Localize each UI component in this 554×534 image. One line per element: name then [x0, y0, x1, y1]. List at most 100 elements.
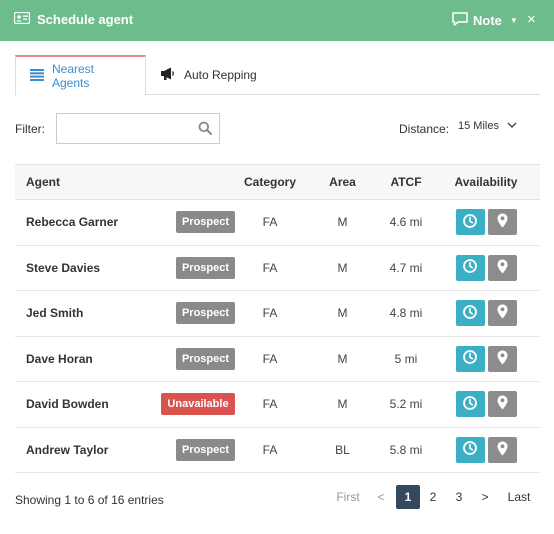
- clock-icon: [463, 213, 477, 231]
- agent-name[interactable]: Dave Horan: [26, 352, 93, 366]
- table-row: Jed Smith Prospect FA M 4.8 mi: [15, 291, 540, 337]
- location-button[interactable]: [487, 345, 517, 372]
- clock-icon: [463, 441, 477, 458]
- pagination: First < 1 2 3 > Last: [330, 485, 540, 509]
- column-header-availability[interactable]: Availability: [432, 164, 540, 200]
- chevron-down-icon: [507, 120, 517, 132]
- page-button-1[interactable]: 1: [396, 485, 420, 509]
- category-cell: FA: [262, 215, 278, 230]
- category-cell: FA: [262, 260, 278, 275]
- page-next-button[interactable]: >: [472, 485, 498, 509]
- filter-field[interactable]: [56, 113, 220, 144]
- schedule-button[interactable]: [455, 300, 485, 327]
- modal-title: Schedule agent: [13, 11, 134, 27]
- atcf-cell: 4.6 mi: [389, 215, 423, 230]
- availability-cell: [432, 200, 540, 246]
- availability-cell: [432, 382, 540, 428]
- table-row: David Bowden Unavailable FA M 5.2 mi: [15, 382, 540, 428]
- area-cell: M: [337, 351, 348, 366]
- location-button[interactable]: [487, 300, 517, 327]
- table-header-row: Agent Category Area ATCF Availability: [15, 164, 540, 200]
- map-pin-icon: [497, 213, 508, 231]
- atcf-cell: 4.7 mi: [389, 260, 423, 275]
- schedule-button[interactable]: [455, 254, 485, 281]
- agent-cell: Steve Davies Prospect: [15, 245, 235, 291]
- clock-icon: [463, 395, 477, 413]
- filter-input[interactable]: [57, 114, 187, 143]
- search-icon[interactable]: [198, 121, 212, 138]
- availability-cell: [432, 427, 540, 473]
- modal-title-text: Schedule agent: [37, 12, 134, 27]
- tab-nearest-agents[interactable]: Nearest Agents: [15, 55, 146, 96]
- status-badge: Prospect: [176, 438, 235, 461]
- table-row: Rebecca Garner Prospect FA M 4.6 mi: [15, 200, 540, 246]
- agent-name[interactable]: Steve Davies: [26, 261, 100, 275]
- agent-name[interactable]: David Bowden: [26, 397, 109, 411]
- area-cell: M: [337, 397, 348, 412]
- atcf-cell: 4.8 mi: [389, 306, 423, 321]
- page-prev-button[interactable]: <: [366, 485, 396, 509]
- agent-cell: Dave Horan Prospect: [15, 336, 235, 382]
- clock-icon: [463, 350, 477, 367]
- map-pin-icon: [497, 441, 508, 459]
- atcf-cell: 5.8 mi: [389, 442, 423, 457]
- availability-cell: [432, 245, 540, 291]
- schedule-button[interactable]: [455, 345, 485, 372]
- agent-name[interactable]: Rebecca Garner: [26, 215, 118, 229]
- page-last-button[interactable]: Last: [498, 485, 540, 509]
- location-button[interactable]: [487, 391, 517, 418]
- area-cell: M: [337, 306, 348, 321]
- status-badge: Prospect: [176, 302, 235, 325]
- location-button[interactable]: [487, 436, 517, 463]
- agent-cell: Jed Smith Prospect: [15, 291, 235, 337]
- column-header-category[interactable]: Category: [235, 164, 305, 200]
- map-pin-icon: [497, 350, 508, 368]
- category-cell: FA: [262, 306, 278, 321]
- clock-icon: [463, 259, 477, 276]
- filter-label: Filter:: [15, 122, 45, 136]
- megaphone-icon: [160, 67, 176, 83]
- distance-select[interactable]: 15 Miles: [458, 120, 517, 132]
- area-cell: BL: [335, 442, 350, 457]
- agent-cell: Rebecca Garner Prospect: [15, 200, 235, 246]
- category-cell: FA: [262, 351, 278, 366]
- column-header-area[interactable]: Area: [305, 164, 380, 200]
- schedule-button[interactable]: [455, 391, 485, 418]
- category-cell: FA: [262, 442, 278, 457]
- table-row: Dave Horan Prospect FA M 5 mi: [15, 336, 540, 382]
- agents-table: Agent Category Area ATCF Availability Re…: [15, 164, 540, 473]
- entries-info: Showing 1 to 6 of 16 entries: [15, 493, 164, 507]
- page-button-3[interactable]: 3: [446, 485, 472, 509]
- tab-label: Nearest Agents: [52, 62, 95, 90]
- distance-label: Distance:: [399, 122, 450, 136]
- tab-bar: Nearest Agents Auto Repping: [15, 55, 540, 96]
- area-cell: M: [337, 260, 348, 275]
- id-card-icon: [13, 11, 31, 27]
- atcf-cell: 5.2 mi: [389, 397, 423, 412]
- tab-label: Auto Repping: [184, 68, 257, 82]
- schedule-button[interactable]: [455, 436, 485, 463]
- map-pin-icon: [497, 259, 508, 277]
- page-button-2[interactable]: 2: [420, 485, 446, 509]
- page-first-button[interactable]: First: [330, 485, 366, 509]
- location-button[interactable]: [487, 254, 517, 281]
- note-dropdown[interactable]: Note ▼: [452, 12, 518, 29]
- map-pin-icon: [497, 304, 508, 322]
- area-cell: M: [337, 215, 348, 230]
- agent-cell: Andrew Taylor Prospect: [15, 427, 235, 473]
- location-button[interactable]: [487, 209, 517, 236]
- distance-value: 15 Miles: [458, 120, 499, 132]
- comment-icon: [452, 12, 468, 29]
- table-row: Steve Davies Prospect FA M 4.7 mi: [15, 245, 540, 291]
- close-button[interactable]: ×: [527, 11, 536, 28]
- column-header-atcf[interactable]: ATCF: [380, 164, 432, 200]
- tab-auto-repping[interactable]: Auto Repping: [146, 55, 271, 95]
- agent-name[interactable]: Jed Smith: [26, 306, 83, 320]
- column-header-agent[interactable]: Agent: [15, 164, 235, 200]
- list-icon: [30, 68, 44, 84]
- caret-down-icon: ▼: [509, 16, 518, 25]
- schedule-button[interactable]: [455, 209, 485, 236]
- status-badge: Unavailable: [161, 393, 235, 416]
- status-badge: Prospect: [176, 211, 235, 234]
- agent-name[interactable]: Andrew Taylor: [26, 443, 108, 457]
